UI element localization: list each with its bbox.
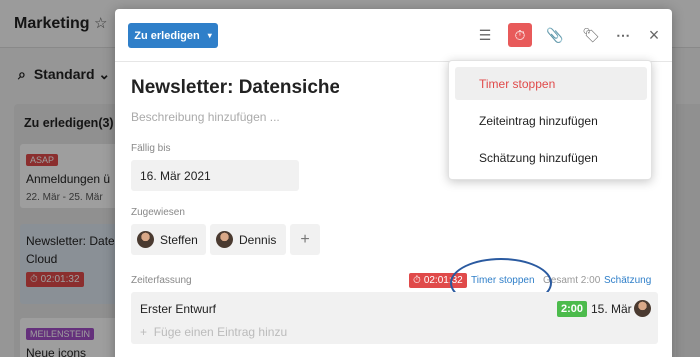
board-card[interactable]: MEILENSTEIN Neue icons xyxy=(20,318,120,357)
entry-time-badge: 2:00 xyxy=(557,301,588,317)
menu-item-add-time-entry[interactable]: Zeiteintrag hinzufügen xyxy=(455,104,647,137)
card-title: Anmeldungen ü xyxy=(26,172,111,186)
avatar xyxy=(137,231,154,248)
card-tag: ASAP xyxy=(26,154,59,166)
task-title[interactable]: Newsletter: Datensicherheit xyxy=(131,77,339,99)
board-card[interactable]: ASAP Anmeldungen ü 22. Mär - 25. Mär xyxy=(20,144,120,208)
add-entry-placeholder: Füge einen Eintrag hinzu xyxy=(153,325,288,339)
card-tag: MEILENSTEIN xyxy=(26,328,95,340)
add-entry-input[interactable]: + Füge einen Eintrag hinzu xyxy=(140,325,287,339)
description-input[interactable]: Beschreibung hinzufügen ... xyxy=(131,110,280,124)
avatar xyxy=(634,300,651,317)
card-title-line2: Cloud xyxy=(26,252,58,266)
tag-icon[interactable]: 🏷 xyxy=(579,23,603,47)
timer-icon[interactable]: ⏱ xyxy=(508,23,532,47)
board-title: Marketing xyxy=(14,15,90,32)
board-card[interactable]: Newsletter: Date Cloud ⏱ 02:01:32 xyxy=(20,224,120,304)
search-icon: ⌕ xyxy=(18,66,26,82)
estimate-link[interactable]: Schätzung xyxy=(604,275,651,286)
menu-item-stop-timer[interactable]: Timer stoppen xyxy=(455,67,647,100)
time-tracking-label: Zeiterfassung xyxy=(131,275,192,286)
more-icon[interactable]: ⋯ xyxy=(611,23,635,47)
assignee-name: Dennis xyxy=(239,232,277,247)
column-header: Zu erledigen(3) xyxy=(24,116,114,130)
assignee-chip[interactable]: Dennis xyxy=(210,224,286,255)
time-entry-row[interactable]: Erster Entwurf 2:00 15. Mär + Füge einen… xyxy=(131,292,658,344)
filter-label: Standard xyxy=(33,66,95,82)
timer-dropdown-menu: Timer stoppen Zeiteintrag hinzufügen Sch… xyxy=(448,60,652,180)
status-label: Zu erledigen xyxy=(134,29,200,42)
close-icon[interactable]: × xyxy=(642,23,666,47)
card-timer: ⏱ 02:01:32 xyxy=(26,272,84,287)
due-date-field[interactable]: 16. Mär 2021 xyxy=(131,160,299,191)
board-filter[interactable]: ⌕ Standard ⌄ xyxy=(18,66,110,83)
entry-name: Erster Entwurf xyxy=(140,302,217,316)
assignee-chip[interactable]: Steffen xyxy=(131,224,206,255)
checklist-icon[interactable]: ☰ xyxy=(473,23,497,47)
stopwatch-icon: ⏱ xyxy=(413,275,421,286)
task-modal: Zu erledigen ▾ ☰ ⏱ 📎 🏷 ⋯ × Newsletter: Da… xyxy=(115,9,672,357)
add-assignee-button[interactable]: + xyxy=(290,224,320,255)
menu-item-add-estimate[interactable]: Schätzung hinzufügen xyxy=(455,141,647,174)
modal-header: Zu erledigen ▾ ☰ ⏱ 📎 🏷 ⋯ × xyxy=(115,9,672,62)
entry-date: 15. Mär xyxy=(591,302,632,316)
star-icon[interactable]: ☆ xyxy=(94,14,107,32)
status-dropdown-button[interactable]: Zu erledigen ▾ xyxy=(128,23,218,48)
avatar xyxy=(216,231,233,248)
board-column-partial xyxy=(676,104,700,357)
board-column: Zu erledigen(3) ASAP Anmeldungen ü 22. M… xyxy=(14,104,122,357)
card-title: Neue icons xyxy=(26,346,87,357)
chevron-down-icon: ▾ xyxy=(207,31,212,40)
card-title: Newsletter: Date xyxy=(26,234,114,248)
assigned-label: Zugewiesen xyxy=(131,207,185,218)
attachment-icon[interactable]: 📎 xyxy=(543,23,567,47)
assignee-name: Steffen xyxy=(160,232,198,247)
card-timer-value: 02:01:32 xyxy=(40,274,80,285)
card-date: 22. Mär - 25. Mär xyxy=(26,192,103,203)
due-label: Fällig bis xyxy=(131,143,171,154)
